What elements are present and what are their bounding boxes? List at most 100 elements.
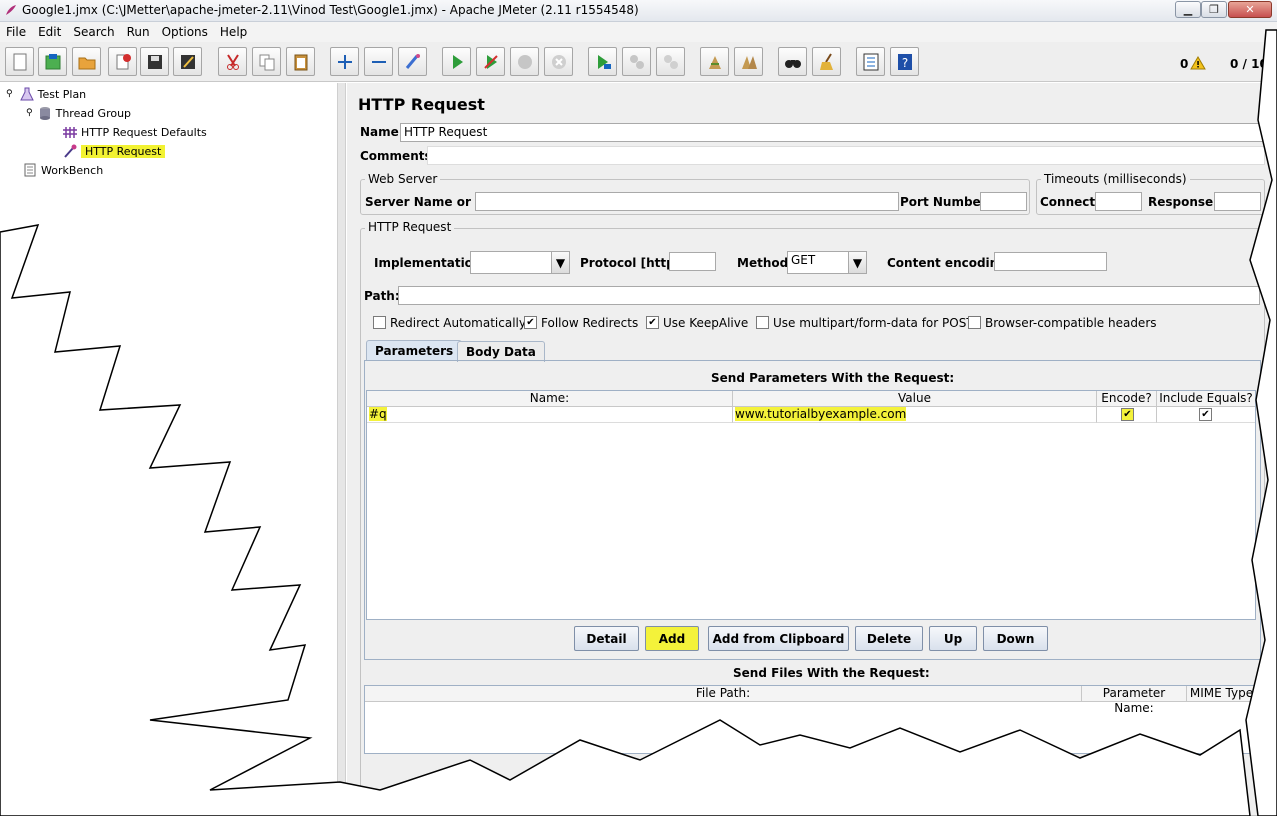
tree-item-thread-group[interactable]: ⚲ Thread Group <box>26 105 131 121</box>
tree-item-test-plan[interactable]: ⚲ Test Plan <box>6 86 86 102</box>
paste-icon <box>294 54 307 70</box>
redirect-automatically-checkbox[interactable] <box>373 316 386 329</box>
add-file-button[interactable]: Add <box>702 762 756 787</box>
connect-timeout-input[interactable] <box>1095 192 1142 211</box>
browser-compatible-checkbox[interactable] <box>968 316 981 329</box>
column-header-include-equals[interactable]: Include Equals? <box>1157 391 1255 407</box>
files-table: File Path: Parameter Name: MIME Type: <box>364 685 1261 754</box>
tab-body-data[interactable]: Body Data <box>457 341 545 362</box>
close-file-icon <box>116 53 131 69</box>
clear-button[interactable] <box>700 47 729 76</box>
menu-run[interactable]: Run <box>127 25 150 39</box>
content-encoding-label: Content encoding: <box>887 256 1012 270</box>
tree-expander-icon[interactable]: ⚲ <box>6 89 13 99</box>
move-up-button[interactable]: Up <box>929 626 977 651</box>
tree-item-http-request-defaults[interactable]: HTTP Request Defaults <box>62 124 207 140</box>
use-keepalive-checkbox[interactable]: ✔ <box>646 316 659 329</box>
tree-item-label: Test Plan <box>37 87 87 101</box>
delete-file-button[interactable]: Delete <box>854 762 922 787</box>
close-window-button[interactable]: ✕ <box>1228 1 1272 18</box>
sampler-pipette-icon <box>64 144 77 158</box>
save-as-button[interactable] <box>173 47 202 76</box>
param-value-cell[interactable]: www.tutorialbyexample.com <box>735 407 907 421</box>
path-input[interactable] <box>398 286 1260 305</box>
new-button[interactable] <box>5 47 34 76</box>
paste-button[interactable] <box>286 47 315 76</box>
maximize-button[interactable]: ❐ <box>1201 1 1227 18</box>
warning-icon[interactable] <box>1190 56 1206 70</box>
server-name-input[interactable] <box>475 192 899 211</box>
column-header-file-path[interactable]: File Path: <box>365 686 1082 702</box>
include-equals-checkbox[interactable]: ✔ <box>1199 408 1212 421</box>
tree-item-label: HTTP Request Defaults <box>81 125 207 139</box>
add-from-clipboard-button[interactable]: Add from Clipboard <box>708 626 849 651</box>
clear-all-button[interactable] <box>734 47 763 76</box>
comments-label: Comments: <box>360 149 437 163</box>
protocol-input[interactable] <box>669 252 716 271</box>
collapse-button[interactable] <box>364 47 393 76</box>
tab-parameters[interactable]: Parameters <box>366 340 463 361</box>
port-number-input[interactable] <box>980 192 1027 211</box>
toggle-button[interactable] <box>398 47 427 76</box>
menu-edit[interactable]: Edit <box>38 25 61 39</box>
menu-search[interactable]: Search <box>73 25 114 39</box>
start-icon <box>452 54 463 69</box>
implementation-select[interactable]: ▼ <box>470 251 570 274</box>
method-select[interactable]: GET ▼ <box>787 251 867 274</box>
remote-shutdown-button[interactable] <box>656 47 685 76</box>
table-row[interactable]: www.tutorialbyexample.com <box>733 407 1097 423</box>
remote-stop-button[interactable] <box>622 47 651 76</box>
name-input[interactable]: HTTP Request <box>400 123 1265 142</box>
minimize-button[interactable]: ▁ <box>1175 1 1201 18</box>
function-helper-button[interactable] <box>856 47 885 76</box>
column-header-encode[interactable]: Encode? <box>1097 391 1157 407</box>
start-no-timers-button[interactable] <box>476 47 505 76</box>
param-name-cell[interactable]: #q <box>369 407 387 421</box>
cut-button[interactable] <box>218 47 247 76</box>
maximize-icon: ❐ <box>1209 3 1219 16</box>
follow-redirects-checkbox[interactable]: ✔ <box>524 316 537 329</box>
detail-button[interactable]: Detail <box>574 626 639 651</box>
copy-button[interactable] <box>252 47 281 76</box>
remote-start-button[interactable] <box>588 47 617 76</box>
column-header-name[interactable]: Name: <box>367 391 733 407</box>
column-header-mime-type[interactable]: MIME Type: <box>1187 686 1260 702</box>
close-file-button[interactable] <box>108 47 137 76</box>
encode-checkbox[interactable]: ✔ <box>1121 408 1134 421</box>
tree-item-http-request[interactable]: HTTP Request <box>62 143 166 159</box>
content-encoding-input[interactable] <box>994 252 1107 271</box>
table-row[interactable]: #q <box>367 407 733 423</box>
templates-button[interactable] <box>38 47 67 76</box>
save-button[interactable] <box>140 47 169 76</box>
move-down-button[interactable]: Down <box>983 626 1048 651</box>
tree-expander-icon[interactable]: ⚲ <box>26 108 33 118</box>
expand-button[interactable] <box>330 47 359 76</box>
tree-item-label: HTTP Request <box>81 144 166 158</box>
shutdown-button[interactable] <box>544 47 573 76</box>
search-button[interactable] <box>778 47 807 76</box>
table-row[interactable]: ✔ <box>1157 407 1255 423</box>
open-button[interactable] <box>72 47 101 76</box>
browse-button[interactable]: Browse... <box>763 762 848 787</box>
help-button[interactable]: ? <box>890 47 919 76</box>
remote-start-icon <box>597 54 611 69</box>
column-header-value[interactable]: Value <box>733 391 1097 407</box>
delete-parameter-button[interactable]: Delete <box>855 626 923 651</box>
tree-item-workbench[interactable]: WorkBench <box>22 162 103 178</box>
stop-button[interactable] <box>510 47 539 76</box>
table-row[interactable]: ✔ <box>1097 407 1157 423</box>
multipart-checkbox[interactable] <box>756 316 769 329</box>
comments-input[interactable] <box>427 146 1265 165</box>
response-timeout-input[interactable] <box>1214 192 1261 211</box>
add-parameter-button[interactable]: Add <box>645 626 699 651</box>
server-name-label: Server Name or IP: <box>365 195 494 209</box>
start-button[interactable] <box>442 47 471 76</box>
reset-search-button[interactable] <box>812 47 841 76</box>
clear-all-icon <box>741 55 757 69</box>
column-header-parameter-name[interactable]: Parameter Name: <box>1082 686 1187 715</box>
active-threads: 0 / 10 <box>1230 57 1268 71</box>
menu-help[interactable]: Help <box>220 25 247 39</box>
split-pane-divider[interactable] <box>337 83 346 816</box>
menu-file[interactable]: File <box>6 25 26 39</box>
menu-options[interactable]: Options <box>162 25 208 39</box>
